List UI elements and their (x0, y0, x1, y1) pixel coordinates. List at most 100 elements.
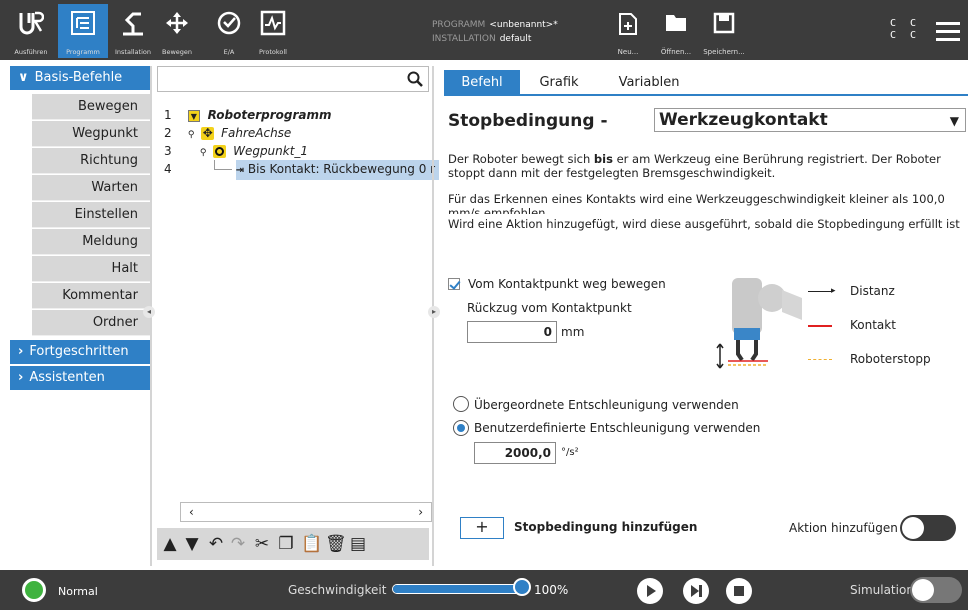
sidebar-item-bewegen[interactable]: Bewegen (32, 94, 150, 120)
io-tab-label: E/A (223, 48, 235, 56)
add-stop-condition-button[interactable]: + (460, 517, 504, 539)
tab-grafik[interactable]: Grafik (524, 70, 594, 96)
save-file-button[interactable]: Speichern... (700, 10, 748, 56)
sidebar-item-meldung[interactable]: Meldung (32, 229, 150, 255)
tree-row[interactable]: 2 ⚲ ✥ FahreAchse (164, 124, 291, 142)
deceleration-input[interactable]: 2000,0 (474, 442, 556, 464)
move-up-icon[interactable]: ▲ (161, 535, 179, 553)
tab-variablen[interactable]: Variablen (604, 70, 694, 96)
folder-icon (666, 15, 686, 31)
custom-deceleration-radio[interactable] (453, 420, 469, 436)
page-title: Stopbedingung - (448, 111, 608, 131)
cc-indicator: C C C C (890, 18, 920, 42)
copy-icon[interactable]: ❐ (277, 535, 295, 553)
new-file-icon (619, 13, 637, 35)
cc-line-2: C C (890, 30, 921, 41)
scroll-left-icon[interactable]: ‹ (189, 505, 194, 519)
run-tab[interactable]: Ausführen (6, 4, 56, 58)
tab-befehl[interactable]: Befehl (444, 70, 520, 96)
tree-row-selected[interactable]: 4 ⇥ Bis Kontakt: Rückbewegung 0 r (164, 160, 440, 180)
ur-logo-icon (19, 11, 44, 35)
sidebar-item-warten[interactable]: Warten (32, 175, 150, 201)
retract-unit: mm (561, 325, 585, 339)
category-assistenten[interactable]: › Assistenten (10, 366, 150, 390)
retract-distance-input[interactable]: 0 (467, 321, 557, 343)
installation-icon (123, 12, 143, 36)
undo-icon[interactable]: ↶ (207, 535, 225, 553)
sidebar-item-wegpunkt[interactable]: Wegpunkt (32, 121, 150, 147)
scroll-right-icon[interactable]: › (418, 505, 423, 519)
action-hint-paragraph: Wird eine Aktion hinzugefügt, wird diese… (448, 217, 960, 231)
cut-icon[interactable]: ✂ (253, 535, 271, 553)
step-icon (691, 585, 702, 597)
installation-tab[interactable]: Installation (108, 4, 158, 58)
until-contact-highlight: ⇥ Bis Kontakt: Rückbewegung 0 r (235, 160, 440, 180)
add-stop-condition-label: Stopbedingung hinzufügen (514, 520, 698, 534)
movej-icon: ✥ (201, 126, 215, 140)
add-action-toggle[interactable] (900, 515, 956, 541)
simulation-toggle[interactable] (910, 577, 962, 603)
category-fortgeschritten-label: Fortgeschritten (29, 344, 129, 359)
speed-slider-handle[interactable] (513, 578, 531, 596)
delete-icon[interactable]: 🗑 (325, 535, 347, 553)
sidebar-item-einstellen[interactable]: Einstellen (32, 202, 150, 228)
search-icon (407, 71, 423, 87)
step-button[interactable] (683, 578, 709, 604)
tree-node-label: FahreAchse (221, 126, 292, 140)
speed-hint-paragraph: Für das Erkennen eines Kontakts wird ein… (448, 192, 945, 214)
speed-label: Geschwindigkeit (288, 583, 387, 597)
tool-contact-diagram (716, 278, 802, 369)
toggle-knob (912, 579, 934, 601)
parent-deceleration-radio[interactable] (453, 396, 469, 412)
retract-checkbox[interactable] (448, 278, 460, 290)
category-fortgeschritten[interactable]: › Fortgeschritten (10, 340, 150, 364)
redo-icon[interactable]: ↷ (229, 535, 247, 553)
log-tab[interactable]: Protokoll (248, 4, 298, 58)
save-disk-icon (713, 12, 735, 34)
paste-icon[interactable]: 📋 (301, 535, 322, 553)
speed-value: 100% (534, 583, 569, 597)
category-basis-befehle[interactable]: ∨ Basis-Befehle (10, 66, 150, 90)
command-sidebar: ∨ Basis-Befehle Bewegen Wegpunkt Richtung… (10, 66, 150, 566)
sidebar-item-ordner[interactable]: Ordner (32, 310, 150, 336)
description-paragraph: Der Roboter bewegt sich bis er am Werkze… (448, 152, 963, 180)
expand-pin-icon: ⚲ (187, 130, 195, 140)
tree-node-label: Roboterprogramm (207, 108, 332, 122)
new-file-button[interactable]: Neu... (604, 10, 652, 56)
open-file-button[interactable]: Öffnen... (652, 10, 700, 56)
retract-distance-label: Rückzug vom Kontaktpunkt (467, 301, 632, 315)
play-button[interactable] (637, 578, 663, 604)
installation-name: default (499, 34, 532, 44)
tree-horizontal-scrollbar[interactable]: ‹ › (180, 502, 432, 522)
description-text-1: Der Roboter bewegt sich (448, 152, 594, 166)
tree-row[interactable]: 3 ⚲ Wegpunkt_1 (164, 142, 308, 160)
io-tab[interactable]: E/A (204, 4, 254, 58)
move-tab[interactable]: Bewegen (152, 4, 202, 58)
log-icon (260, 10, 286, 36)
category-assistenten-label: Assistenten (29, 370, 105, 385)
tree-row[interactable]: 1 ▼ Roboterprogramm (164, 106, 332, 124)
robot-status-indicator[interactable] (22, 578, 46, 602)
speed-slider[interactable] (392, 584, 524, 594)
legend-distance-label: Distanz (850, 284, 895, 298)
move-down-icon[interactable]: ▼ (183, 535, 201, 553)
collapse-tree-icon[interactable]: ▸ (428, 306, 440, 318)
search-input[interactable] (157, 66, 429, 92)
program-tree-icon (71, 11, 95, 35)
simulation-label: Simulation (850, 583, 914, 597)
program-tab[interactable]: Programm (58, 4, 108, 58)
hamburger-menu-icon[interactable] (936, 22, 960, 42)
retract-checkbox-label: Vom Kontaktpunkt weg bewegen (468, 277, 666, 291)
stop-condition-select[interactable]: Werkzeugkontakt ▼ (654, 108, 966, 132)
sidebar-item-halt[interactable]: Halt (32, 256, 150, 282)
toggle-knob (902, 517, 924, 539)
suppress-icon[interactable]: ▤ (349, 535, 367, 553)
sidebar-item-kommentar[interactable]: Kommentar (32, 283, 150, 309)
line-number: 3 (164, 144, 172, 158)
program-tree-panel: 1 ▼ Roboterprogramm 2 ⚲ ✥ FahreAchse 3 ⚲… (152, 66, 440, 566)
contact-legend-line (808, 325, 832, 327)
stop-button[interactable] (726, 578, 752, 604)
io-icon (217, 11, 241, 35)
tree-toolbar: ▲ ▼ ↶ ↷ ✂ ❐ 📋 🗑 ▤ (157, 528, 429, 560)
sidebar-item-richtung[interactable]: Richtung (32, 148, 150, 174)
